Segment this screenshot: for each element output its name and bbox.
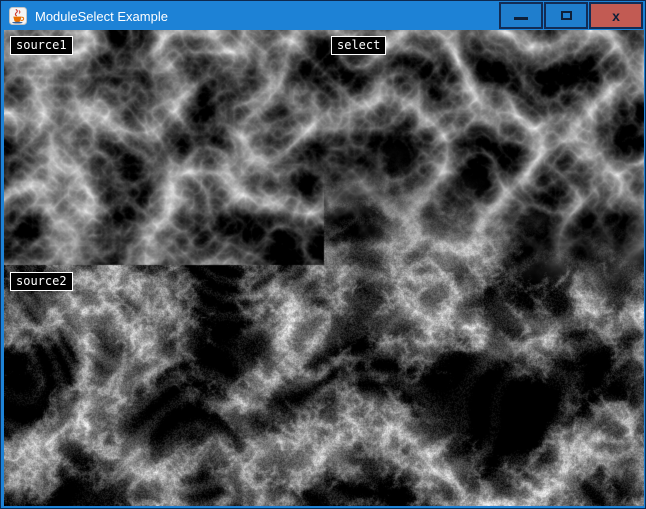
maximize-button[interactable] bbox=[544, 2, 588, 29]
maximize-square-icon bbox=[561, 11, 572, 20]
close-button[interactable]: x bbox=[589, 2, 643, 29]
window-controls: x bbox=[498, 2, 643, 30]
select-label: select bbox=[331, 36, 386, 55]
window-title: ModuleSelect Example bbox=[35, 9, 168, 24]
source2-label: source2 bbox=[10, 272, 73, 291]
close-x-icon: x bbox=[612, 9, 620, 23]
titlebar[interactable]: ModuleSelect Example x bbox=[2, 2, 644, 30]
source1-label: source1 bbox=[10, 36, 73, 55]
minimize-button[interactable] bbox=[499, 2, 543, 29]
java-coffee-cup-icon[interactable] bbox=[9, 7, 27, 25]
minimize-dash-icon bbox=[514, 17, 528, 20]
app-window: ModuleSelect Example x source1 select so… bbox=[0, 0, 646, 509]
module-preview-area: source1 select source2 bbox=[4, 30, 644, 506]
noise-render-canvas bbox=[4, 30, 644, 506]
